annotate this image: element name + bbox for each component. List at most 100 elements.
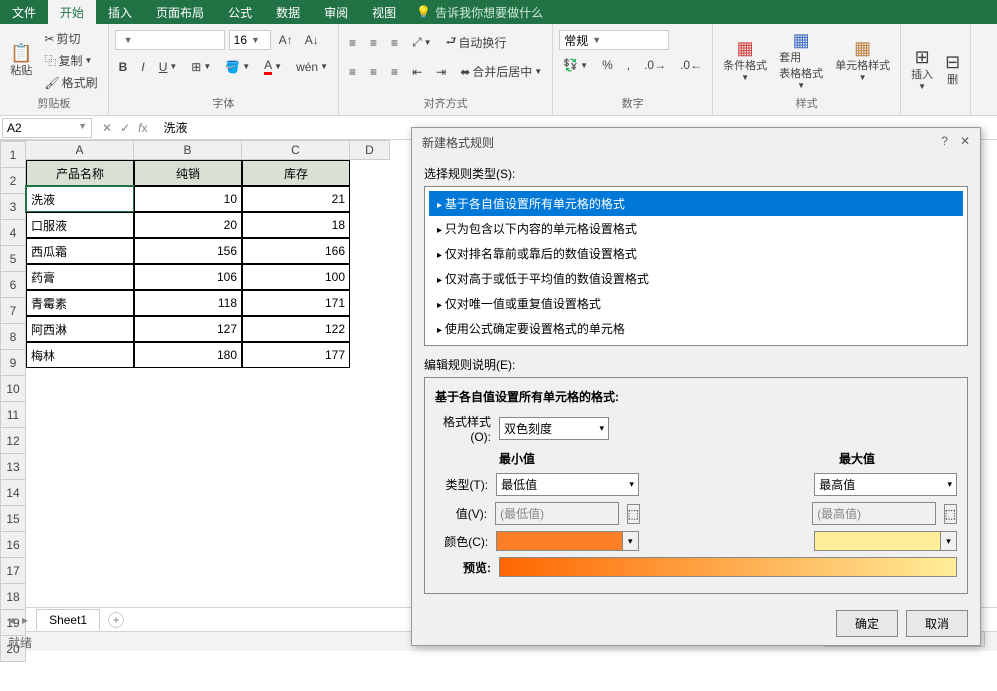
cell-A5[interactable]: 药膏 — [26, 264, 134, 290]
accounting-format-button[interactable]: 💱▼ — [559, 56, 592, 74]
align-right-button[interactable]: ≡ — [387, 61, 402, 82]
row-header-10[interactable]: 10 — [0, 376, 26, 402]
font-color-button[interactable]: A▼ — [260, 56, 286, 77]
dialog-help-icon[interactable]: ? — [941, 134, 948, 151]
cell-C6[interactable]: 171 — [242, 290, 350, 316]
col-header-B[interactable]: B — [134, 140, 242, 160]
sheet-tab-1[interactable]: Sheet1 — [36, 609, 100, 630]
row-header-4[interactable]: 4 — [0, 220, 26, 246]
max-value-picker-button[interactable]: ⬚ — [944, 504, 957, 524]
delete-cells-button[interactable]: ⊟删 — [941, 51, 964, 89]
fx-icon[interactable]: fx — [138, 121, 147, 135]
tab-nav-first-icon[interactable]: ◂ — [8, 613, 14, 627]
new-sheet-button[interactable]: + — [108, 612, 124, 628]
number-format-combo[interactable]: 常规▼ — [559, 30, 669, 50]
tab-insert[interactable]: 插入 — [96, 0, 144, 24]
cell-A4[interactable]: 西瓜霜 — [26, 238, 134, 264]
align-bottom-button[interactable]: ≡ — [387, 30, 402, 55]
cell-C3[interactable]: 18 — [242, 212, 350, 238]
max-type-select[interactable]: 最高值▾ — [814, 473, 957, 496]
align-top-button[interactable]: ≡ — [345, 30, 360, 55]
cell-A8[interactable]: 梅林 — [26, 342, 134, 368]
row-header-15[interactable]: 15 — [0, 506, 26, 532]
cell-C5[interactable]: 100 — [242, 264, 350, 290]
cell-A7[interactable]: 阿西淋 — [26, 316, 134, 342]
row-header-18[interactable]: 18 — [0, 584, 26, 610]
cell-A6[interactable]: 青霉素 — [26, 290, 134, 316]
italic-button[interactable]: I — [137, 56, 148, 77]
rule-type-item-2[interactable]: 仅对排名靠前或靠后的数值设置格式 — [429, 241, 963, 266]
cell-B1[interactable]: 纯销 — [134, 160, 242, 186]
underline-button[interactable]: U▼ — [155, 56, 182, 77]
conditional-format-button[interactable]: ▦条件格式▼ — [719, 37, 771, 84]
cell-C2[interactable]: 21 — [242, 186, 350, 212]
format-table-button[interactable]: ▦套用 表格格式▼ — [775, 29, 827, 92]
row-header-12[interactable]: 12 — [0, 428, 26, 454]
tab-data[interactable]: 数据 — [264, 0, 312, 24]
phonetic-button[interactable]: wén▼ — [292, 56, 332, 77]
row-header-16[interactable]: 16 — [0, 532, 26, 558]
row-header-11[interactable]: 11 — [0, 402, 26, 428]
row-header-8[interactable]: 8 — [0, 324, 26, 350]
tab-layout[interactable]: 页面布局 — [144, 0, 216, 24]
col-header-C[interactable]: C — [242, 140, 350, 160]
min-type-select[interactable]: 最低值▾ — [496, 473, 639, 496]
insert-cells-button[interactable]: ⊞插入▼ — [907, 46, 937, 93]
cell-C4[interactable]: 166 — [242, 238, 350, 264]
copy-button[interactable]: ⿻复制▼ — [40, 50, 101, 71]
row-header-1[interactable]: 1 — [0, 142, 26, 168]
cell-B3[interactable]: 20 — [134, 212, 242, 238]
min-color-select[interactable]: ▾ — [496, 531, 639, 551]
increase-font-button[interactable]: A↑ — [275, 30, 297, 50]
rule-type-item-4[interactable]: 仅对唯一值或重复值设置格式 — [429, 291, 963, 316]
min-value-input[interactable]: (最低值) — [495, 502, 618, 525]
cancel-formula-icon[interactable]: ✕ — [102, 121, 112, 135]
bold-button[interactable]: B — [115, 56, 132, 77]
font-name-combo[interactable]: ▼ — [115, 30, 225, 50]
wrap-text-button[interactable]: ⮐自动换行 — [442, 30, 511, 55]
row-header-6[interactable]: 6 — [0, 272, 26, 298]
row-header-17[interactable]: 17 — [0, 558, 26, 584]
rule-type-item-0[interactable]: 基于各自值设置所有单元格的格式 — [429, 191, 963, 216]
align-center-button[interactable]: ≡ — [366, 61, 381, 82]
rule-type-item-1[interactable]: 只为包含以下内容的单元格设置格式 — [429, 216, 963, 241]
font-size-combo[interactable]: 16▼ — [229, 30, 271, 50]
row-header-7[interactable]: 7 — [0, 298, 26, 324]
max-value-input[interactable]: (最高值) — [812, 502, 935, 525]
merge-center-button[interactable]: ⬌合并后居中▼ — [456, 61, 546, 82]
cell-B7[interactable]: 127 — [134, 316, 242, 342]
cell-A1[interactable]: 产品名称 — [26, 160, 134, 186]
cut-button[interactable]: ✂剪切 — [40, 28, 101, 49]
enter-formula-icon[interactable]: ✓ — [120, 121, 130, 135]
col-header-A[interactable]: A — [26, 140, 134, 160]
tab-formula[interactable]: 公式 — [216, 0, 264, 24]
cell-B8[interactable]: 180 — [134, 342, 242, 368]
cell-B6[interactable]: 118 — [134, 290, 242, 316]
decrease-decimal-button[interactable]: .0← — [676, 56, 706, 74]
tab-view[interactable]: 视图 — [360, 0, 408, 24]
cell-B2[interactable]: 10 — [134, 186, 242, 212]
decrease-font-button[interactable]: A↓ — [301, 30, 323, 50]
dialog-close-icon[interactable]: ✕ — [960, 134, 970, 151]
row-header-9[interactable]: 9 — [0, 350, 26, 376]
increase-indent-button[interactable]: ⇥ — [432, 61, 450, 82]
align-middle-button[interactable]: ≡ — [366, 30, 381, 55]
paste-button[interactable]: 📋粘贴 — [6, 42, 36, 80]
format-painter-button[interactable]: 🖌格式刷 — [40, 72, 101, 93]
name-box[interactable]: A2▼ — [2, 118, 92, 138]
cell-B5[interactable]: 106 — [134, 264, 242, 290]
fill-color-button[interactable]: 🪣▼ — [221, 56, 254, 77]
increase-decimal-button[interactable]: .0→ — [640, 56, 670, 74]
align-left-button[interactable]: ≡ — [345, 61, 360, 82]
format-style-select[interactable]: 双色刻度▾ — [499, 417, 609, 440]
tab-nav-next-icon[interactable]: ▸ — [22, 613, 28, 627]
max-color-select[interactable]: ▾ — [814, 531, 957, 551]
decrease-indent-button[interactable]: ⇤ — [408, 61, 426, 82]
ok-button[interactable]: 确定 — [836, 610, 898, 637]
row-header-3[interactable]: 3 — [0, 194, 26, 220]
cell-B4[interactable]: 156 — [134, 238, 242, 264]
cell-C8[interactable]: 177 — [242, 342, 350, 368]
row-header-2[interactable]: 2 — [0, 168, 26, 194]
cell-A2[interactable]: 洗液 — [26, 186, 134, 212]
cell-A3[interactable]: 口服液 — [26, 212, 134, 238]
